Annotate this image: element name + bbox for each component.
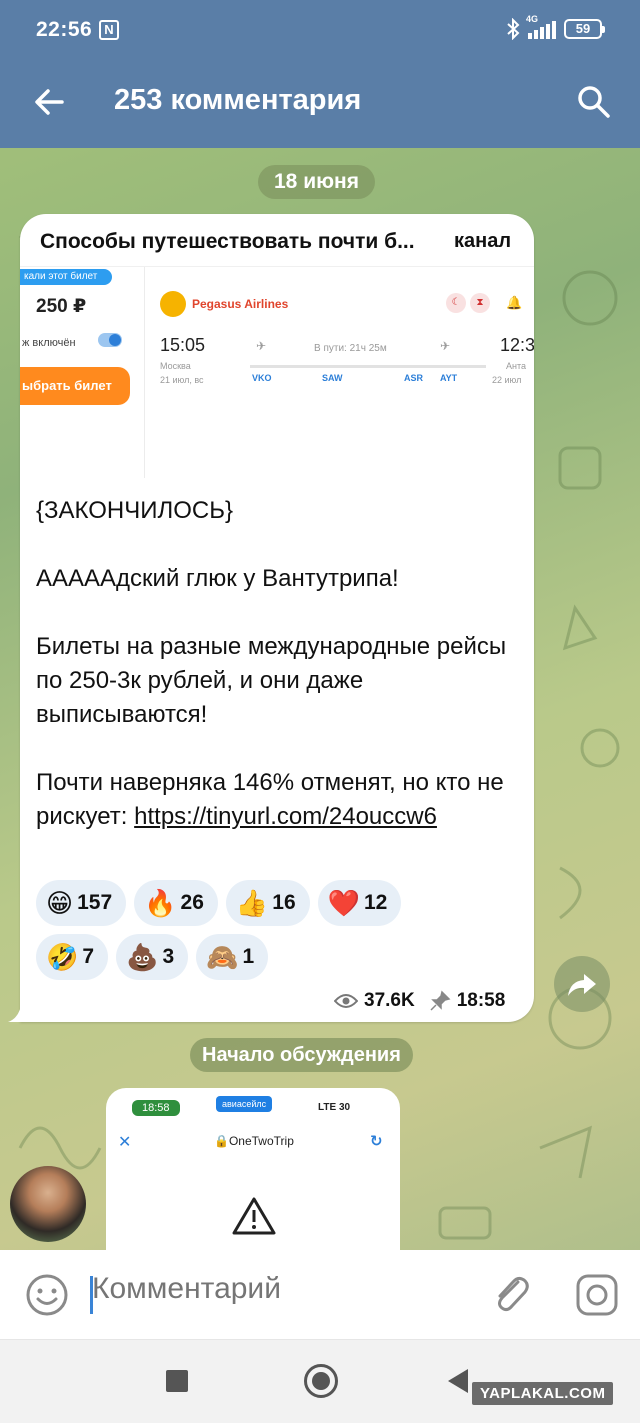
avatar[interactable] [10, 1166, 86, 1242]
recents-icon[interactable] [166, 1370, 188, 1392]
reaction-count: 7 [82, 945, 95, 968]
reaction-chip[interactable]: 🤣 7 [36, 934, 109, 980]
reaction-chip[interactable]: 👍 16 [225, 880, 310, 926]
status-time: 22:56 [36, 18, 93, 41]
screenshot-site: 🔒OneTwoTrip [214, 1134, 294, 1148]
comment-input[interactable] [92, 1272, 472, 1306]
discussion-start-label: Начало обсуждения [190, 1038, 413, 1072]
airport-code: ASR [404, 373, 424, 383]
bell-icon: 🔔 [506, 295, 523, 310]
reaction-chip[interactable]: 🙈 1 [196, 934, 269, 980]
screenshot-site-name: OneTwoTrip [228, 1134, 294, 1148]
screenshot-time: 18:58 [132, 1100, 180, 1116]
night-flight-icon: ☾ [446, 293, 466, 313]
reaction-chip[interactable]: 😁 157 [36, 880, 127, 926]
signal-icon: 4G [526, 14, 556, 39]
status-bar: 22:56 N 4G 59 [0, 0, 640, 60]
post-link[interactable]: https://tinyurl.com/24ouccw6 [134, 803, 437, 830]
reaction-count: 26 [180, 891, 204, 914]
comment-image[interactable]: 18:58 авиасейлс LTE 30 ✕ 🔒OneTwoTrip ↻ [106, 1088, 400, 1258]
link-preview-title[interactable]: Способы путешествовать почти б... [40, 230, 454, 254]
battery-icon: 59 [564, 19, 605, 39]
comment-input-bar [0, 1250, 640, 1340]
reaction-count: 12 [364, 891, 388, 914]
ticket-price: 250 ₽ [36, 296, 87, 317]
departure-date: 21 июл, вс [160, 375, 204, 385]
post-paragraph: ААААAдский глюк у Вантутрипа! [36, 565, 399, 592]
landing-icon: ✈ [440, 339, 451, 353]
toggle-label: ж включён [22, 337, 76, 349]
back-triangle-icon[interactable] [448, 1369, 468, 1393]
watermark: YAPLAKAL.COM [472, 1382, 614, 1405]
hourglass-icon: ⧗ [470, 293, 490, 313]
post-paragraph: Билеты на разные международные рейсы по … [36, 633, 507, 728]
bubble-tail [8, 1000, 32, 1022]
airport-code: AYT [440, 373, 458, 383]
departure-city: Москва [160, 361, 191, 371]
poop-emoji-icon: 💩 [126, 942, 159, 972]
toggle-switch [98, 333, 122, 347]
buy-ticket-button: ыбрать билет [20, 367, 130, 405]
post-text: {ЗАКОНЧИЛОСЬ} ААААAдский глюк у Вантутри… [36, 494, 516, 834]
airline-name: Pegasus Airlines [192, 297, 289, 311]
heart-emoji-icon: ❤️ [327, 888, 360, 918]
arrival-date: 22 июл [492, 375, 522, 385]
views-count: 37.6K [364, 990, 415, 1011]
pin-icon [430, 990, 451, 1011]
screenshot-battery: 30 [338, 1102, 351, 1113]
rofl-emoji-icon: 🤣 [46, 942, 79, 972]
home-icon[interactable] [304, 1364, 338, 1398]
reaction-count: 157 [77, 891, 113, 914]
warning-icon [232, 1197, 276, 1235]
preview-divider [144, 267, 145, 478]
fire-emoji-icon: 🔥 [144, 888, 177, 918]
nfc-icon: N [99, 20, 119, 40]
arrival-time: 12:3 [500, 335, 534, 355]
network-type: 4G [526, 14, 539, 24]
departure-time: 15:05 [160, 335, 206, 355]
eye-icon [334, 994, 358, 1008]
post-time: 18:58 [456, 990, 506, 1011]
post-paragraph: {ЗАКОНЧИЛОСЬ} [36, 497, 233, 524]
link-preview-image[interactable]: кали этот билет 250 ₽ ж включён ыбрать б… [20, 266, 534, 478]
reaction-chip[interactable]: ❤️ 12 [317, 880, 402, 926]
post-meta: 37.6K 18:58 [334, 990, 505, 1012]
channel-badge: канал [454, 230, 512, 252]
page-title: 253 комментария [114, 84, 362, 116]
close-icon: ✕ [118, 1134, 132, 1151]
grin-emoji-icon: 😁 [46, 888, 74, 918]
reaction-chip[interactable]: 🔥 26 [134, 880, 218, 926]
screenshot-network: LTE [318, 1102, 337, 1113]
post-paragraph: Почти наверняка 146% отменят, но кто не … [36, 766, 516, 834]
thumbs-up-emoji-icon: 👍 [235, 888, 269, 918]
share-button[interactable] [554, 956, 610, 1012]
airport-code: SAW [322, 373, 343, 383]
reaction-count: 3 [162, 945, 175, 968]
reactions: 😁 157 🔥 26 👍 16 ❤️ 12 🤣 7 💩 3 🙈 1 [36, 880, 476, 980]
bluetooth-icon [507, 18, 520, 40]
app-bar: 253 комментария [0, 60, 640, 148]
status-icons: 4G 59 [506, 14, 605, 40]
route-line [250, 365, 486, 368]
arrow-left-icon[interactable] [28, 80, 72, 124]
camera-icon[interactable] [574, 1272, 620, 1318]
search-icon[interactable] [572, 80, 616, 124]
arrival-city: Анта [506, 361, 526, 371]
airline-logo-icon [160, 291, 186, 317]
emoji-icon[interactable] [24, 1272, 70, 1318]
share-arrow-icon [568, 974, 596, 996]
takeoff-icon: ✈ [256, 339, 267, 353]
paperclip-icon[interactable] [488, 1270, 534, 1318]
flight-duration: В пути: 21ч 25м [314, 343, 387, 354]
see-no-evil-monkey-emoji-icon: 🙈 [206, 942, 239, 972]
ticket-tag: кали этот билет [20, 269, 112, 285]
reaction-count: 1 [242, 945, 255, 968]
refresh-icon: ↻ [370, 1133, 383, 1150]
reaction-count: 16 [272, 891, 296, 914]
screenshot-status: LTE 30 [318, 1102, 350, 1113]
date-separator: 18 июня [258, 165, 375, 199]
screenshot-app-label: авиасейлс [216, 1096, 273, 1112]
airport-code: VKO [252, 373, 272, 383]
reaction-chip[interactable]: 💩 3 [116, 934, 189, 980]
